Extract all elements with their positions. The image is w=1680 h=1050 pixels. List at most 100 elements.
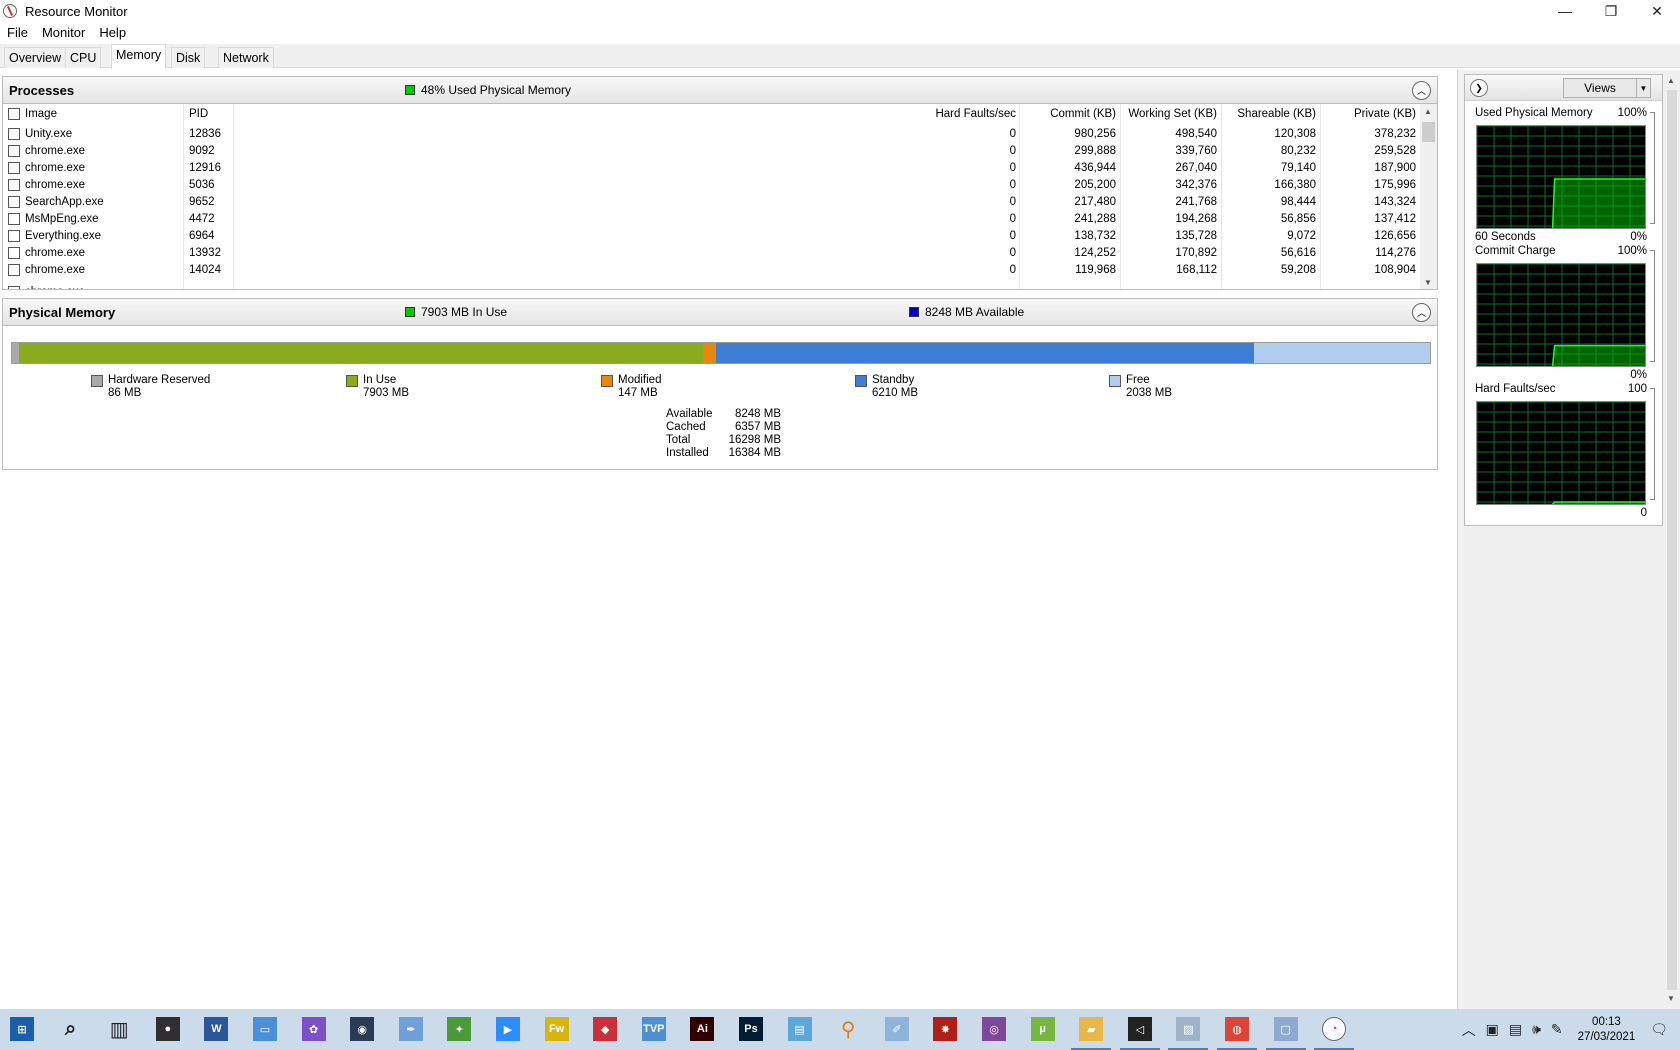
zoom-icon[interactable]: ▶ — [496, 1017, 520, 1041]
camera-icon[interactable]: ▣ — [1486, 1021, 1499, 1038]
row-checkbox[interactable] — [8, 145, 20, 157]
notepad-icon[interactable]: ▤ — [787, 1017, 812, 1041]
row-checkbox[interactable] — [8, 179, 20, 191]
private-cell: 114,276 — [1375, 247, 1416, 259]
tab-memory[interactable]: Memory — [111, 44, 167, 69]
col-pid[interactable]: PID — [189, 108, 208, 120]
col-image[interactable]: Image — [25, 108, 57, 120]
collapse-processes-button[interactable]: ︿ — [1412, 81, 1431, 100]
fireworks-icon[interactable]: Fw — [544, 1017, 569, 1041]
graph-area — [1552, 179, 1645, 228]
table-row[interactable]: Everything.exe 6964 0 138,732 135,728 9,072 12… — [3, 228, 1421, 245]
close-button[interactable]: ✕ — [1634, 0, 1680, 22]
collapse-physical-memory-button[interactable]: ︿ — [1412, 303, 1431, 322]
private-cell: 378,232 — [1374, 128, 1416, 140]
table-row[interactable]: chrome.exe 9092 0 299,888 339,760 80,232 259,5… — [3, 143, 1421, 160]
menu-bar: File Monitor Help — [0, 22, 1680, 43]
graph-panel-scrollbar[interactable]: ▲ ▼ — [1665, 74, 1678, 1005]
table-row[interactable]: Unity.exe 12836 0 980,256 498,540 120,308 378,… — [3, 126, 1421, 143]
task-view-icon[interactable]: ▥ — [107, 1017, 131, 1041]
file-explorer-icon[interactable]: ▰ — [1079, 1017, 1104, 1041]
image-viewer-icon[interactable]: ▨ — [1176, 1017, 1201, 1041]
resource-monitor-icon[interactable]: ◔ — [1322, 1017, 1347, 1041]
obs-icon[interactable]: ● — [155, 1017, 180, 1041]
processes-scrollbar[interactable]: ▲ ▼ — [1420, 104, 1437, 289]
select-all-checkbox[interactable] — [8, 108, 20, 120]
app-window-icon[interactable]: ▢ — [1273, 1017, 1298, 1041]
row-checkbox[interactable] — [8, 128, 20, 140]
row-checkbox[interactable] — [8, 264, 20, 276]
chrome-icon[interactable]: ◍ — [1225, 1017, 1249, 1041]
col-shareable[interactable]: Shareable (KB) — [1223, 108, 1316, 120]
taskbar: ⊞ ⌕ ▥ ● W ▭ ✿ ◉ ✒ ✦ ▶ Fw ◆ TVP Ai Ps ▤ ⚲ ✐ ✸ ◎ μ ▰ ◁ ▨ ◍ ▢ ◔ ︿ ▣ ▤ … — [0, 1009, 1680, 1050]
notifications-icon[interactable]: 🗨 — [1650, 1021, 1668, 1038]
table-row[interactable]: MsMpEng.exe 4472 0 241,288 194,268 56,856 137,… — [3, 211, 1421, 228]
menu-file[interactable]: File — [7, 25, 28, 40]
chevron-up-icon[interactable]: ︿ — [1462, 1020, 1476, 1040]
table-row[interactable]: SearchApp.exe 9652 0 217,480 241,768 98,444 14… — [3, 194, 1421, 211]
views-dropdown[interactable]: Views ▼ — [1563, 78, 1651, 98]
graph-canvas — [1476, 125, 1646, 229]
legend-name: In Use — [363, 374, 397, 386]
table-row[interactable]: chrome.exe 13932 0 124,252 170,892 56,616 114,… — [3, 245, 1421, 262]
tab-network[interactable]: Network — [218, 47, 274, 68]
clock[interactable]: 00:13 27/03/2021 — [1578, 1015, 1636, 1045]
table-row[interactable]: chrome.exe 12916 0 436,944 267,040 79,140 187,… — [3, 160, 1421, 177]
col-private[interactable]: Private (KB) — [1323, 108, 1416, 120]
main-scrollbar[interactable] — [1448, 74, 1457, 1009]
tab-disk[interactable]: Disk — [171, 47, 206, 68]
image-cell: chrome.exe — [25, 179, 86, 191]
maximize-button[interactable]: ❐ — [1588, 0, 1634, 22]
git-icon[interactable]: ◆ — [593, 1017, 618, 1041]
graph-title: Used Physical Memory — [1475, 107, 1593, 119]
used-memory-swatch — [405, 85, 415, 95]
pen-icon[interactable]: ✎ — [1551, 1021, 1563, 1038]
webcam-icon[interactable]: ◉ — [350, 1017, 375, 1041]
row-checkbox[interactable] — [8, 162, 20, 174]
col-hard-faults[interactable]: Hard Faults/sec — [903, 108, 1016, 120]
search-tool-icon[interactable]: ⚲ — [836, 1017, 860, 1041]
volume-icon[interactable]: 🕪 — [1532, 1021, 1541, 1038]
menu-help[interactable]: Help — [99, 25, 126, 40]
illustrator-icon[interactable]: Ai — [690, 1017, 715, 1041]
word-icon[interactable]: W — [204, 1017, 229, 1041]
processes-header[interactable]: Processes 48% Used Physical Memory ︿ — [2, 76, 1438, 104]
physical-memory-header[interactable]: Physical Memory 7903 MB In Use 8248 MB A… — [2, 298, 1438, 326]
paint-icon[interactable]: ✐ — [884, 1017, 909, 1041]
row-checkbox[interactable] — [8, 247, 20, 259]
tab-cpu[interactable]: CPU — [65, 47, 102, 68]
working-set-cell: 170,892 — [1175, 247, 1217, 259]
menu-monitor[interactable]: Monitor — [42, 25, 85, 40]
minimize-button[interactable]: — — [1542, 0, 1588, 22]
col-commit[interactable]: Commit (KB) — [1023, 108, 1116, 120]
pc-icon[interactable]: ▭ — [253, 1017, 277, 1041]
unity-icon[interactable]: ◁ — [1127, 1017, 1152, 1041]
table-row-partial[interactable]: chrome.exe — [3, 284, 1421, 289]
network-icon[interactable]: ▤ — [1509, 1021, 1522, 1038]
tab-overview[interactable]: Overview — [4, 47, 67, 68]
col-working-set[interactable]: Working Set (KB) — [1123, 108, 1217, 120]
tor-icon[interactable]: ◎ — [982, 1017, 1006, 1041]
table-row[interactable]: chrome.exe 5036 0 205,200 342,376 166,380 175,… — [3, 177, 1421, 194]
available-stat: 8248 MB Available — [909, 305, 1024, 319]
system-tray: ︿ ▣ ▤ 🕪 ✎ 00:13 27/03/2021 🗨 — [1457, 1009, 1680, 1050]
row-checkbox[interactable] — [8, 196, 20, 208]
hard-faults-cell: 0 — [1009, 247, 1016, 259]
row-checkbox[interactable] — [8, 230, 20, 242]
tvpaint-icon[interactable]: TVP — [641, 1017, 666, 1041]
plant-icon[interactable]: ✦ — [447, 1017, 472, 1041]
memory-bar-segment — [19, 343, 704, 363]
search-icon[interactable]: ⌕ — [59, 1017, 83, 1041]
row-checkbox[interactable] — [8, 213, 20, 225]
chevron-down-icon: ▼ — [1636, 79, 1650, 97]
expand-arrow-icon[interactable]: ❯ — [1470, 79, 1488, 97]
crab-icon[interactable]: ✸ — [933, 1017, 958, 1041]
start-icon[interactable]: ⊞ — [10, 1017, 34, 1041]
utorrent-icon[interactable]: μ — [1030, 1017, 1055, 1041]
tab-strip: Overview CPU Memory Disk Network — [0, 44, 1680, 69]
photoshop-icon[interactable]: Ps — [739, 1017, 763, 1041]
krita-icon[interactable]: ✿ — [301, 1017, 326, 1041]
working-set-cell: 339,760 — [1175, 145, 1217, 157]
table-row[interactable]: chrome.exe 14024 0 119,968 168,112 59,208 108,… — [3, 262, 1421, 279]
feather-icon[interactable]: ✒ — [398, 1017, 423, 1041]
